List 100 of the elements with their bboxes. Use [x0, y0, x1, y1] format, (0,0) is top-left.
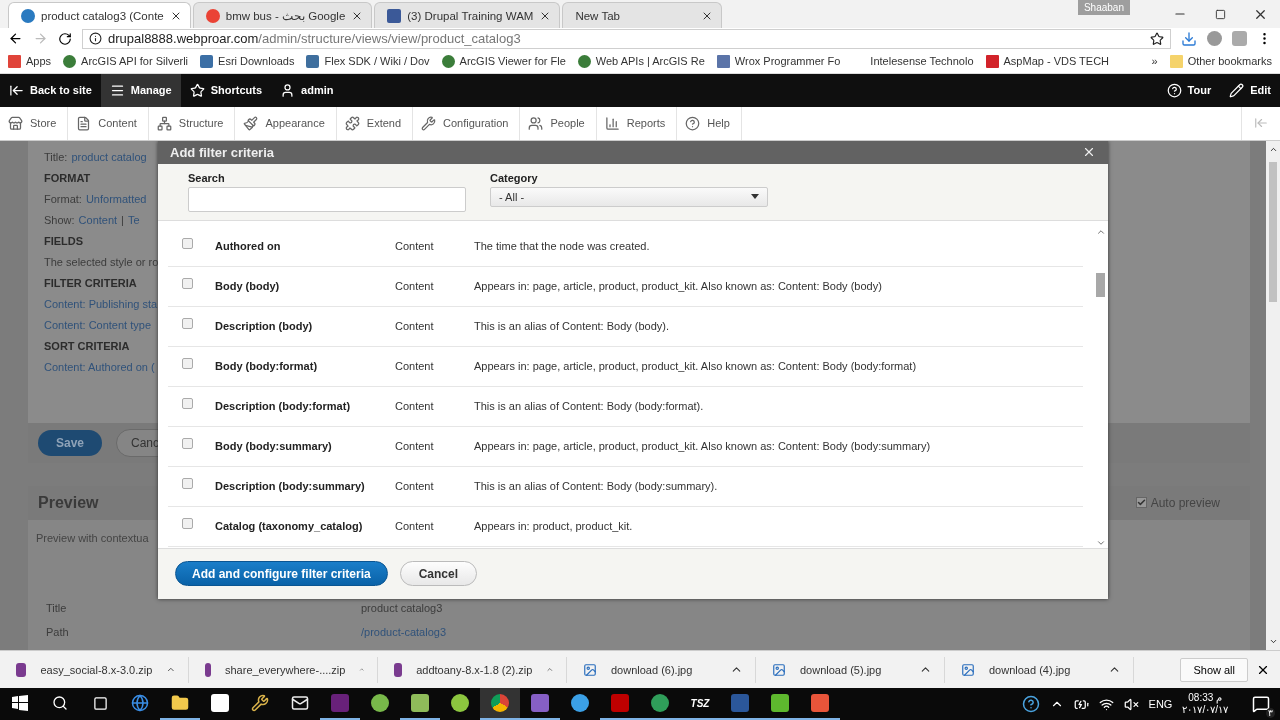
- browser-tab[interactable]: New Tab: [562, 2, 723, 28]
- admin-menu-item[interactable]: Appearance: [235, 106, 337, 140]
- filter-description: This is an alias of Content: Body (body:format).: [474, 400, 705, 413]
- add-filter-button[interactable]: Add and configure filter criteria: [175, 561, 388, 587]
- field-label: Title: [45, 601, 68, 614]
- toolbar-link[interactable]: Edit: [1220, 73, 1280, 107]
- notifications-icon[interactable]: [1252, 695, 1270, 713]
- download-icon[interactable]: [1181, 31, 1197, 47]
- back-icon[interactable]: [8, 31, 23, 47]
- section-heading: SORT CRITERIA: [44, 339, 131, 352]
- filter-description: Appears in: page, article, product, product_kit. Also known as: Content: Body (body:summary): [474, 440, 932, 453]
- bookmark[interactable]: AspMap - VDS TECH: [985, 54, 1110, 68]
- help-icon[interactable]: [1021, 695, 1040, 713]
- download-item[interactable]: share_everywhere-....zip: [189, 656, 378, 683]
- field-value: product catalog3: [361, 601, 443, 614]
- app-label: TSZ: [690, 697, 710, 709]
- download-item[interactable]: download (5).jpg: [756, 656, 945, 683]
- document-icon: [76, 115, 92, 131]
- download-item[interactable]: download (6).jpg: [567, 656, 756, 683]
- language-indicator[interactable]: ENG: [1148, 698, 1173, 710]
- row-checkbox[interactable]: [182, 477, 193, 489]
- cancel-button[interactable]: Cancel: [399, 561, 478, 587]
- section-heading: FORMAT: [44, 171, 92, 184]
- row-checkbox[interactable]: [182, 317, 193, 329]
- task-view-icon[interactable]: [92, 695, 108, 711]
- field-label: Search: [188, 171, 226, 184]
- admin-menu-item[interactable]: Extend: [336, 106, 414, 140]
- filter-category: Content: [395, 280, 435, 293]
- filter-name: Description (body): [215, 320, 314, 333]
- bookmark[interactable]: Flex SDK / Wiki / Dov: [306, 54, 430, 68]
- download-item[interactable]: download (4).jpg: [945, 656, 1134, 683]
- row-checkbox[interactable]: [182, 397, 193, 409]
- filter-category: Content: [395, 240, 435, 253]
- tools-icon: [251, 694, 269, 712]
- row-checkbox[interactable]: [182, 277, 193, 289]
- filter-category: Content: [395, 440, 435, 453]
- browser-tab[interactable]: bmw bus - بحث Google: [192, 2, 373, 28]
- bookmark-star-icon[interactable]: [1150, 32, 1164, 46]
- notification-count: ٣: [1266, 708, 1275, 718]
- filter-description: The time that the node was created.: [474, 240, 651, 253]
- bookmark[interactable]: Other bookmarks: [1169, 54, 1272, 68]
- restore-icon[interactable]: [1214, 8, 1226, 20]
- browser-tab[interactable]: product catalog3 (Conte: [8, 2, 191, 28]
- toolbar-tab[interactable]: Manage: [100, 73, 181, 107]
- download-item[interactable]: easy_social-8.x-3.0.zip: [0, 656, 189, 683]
- filter-description: This is an alias of Content: Body (body).: [474, 320, 671, 333]
- filter-name: Authored on: [215, 240, 282, 253]
- auto-preview-checkbox[interactable]: [1135, 497, 1147, 509]
- scrollbar-thumb[interactable]: [1096, 272, 1105, 297]
- dialog-title: Add filter criteria: [170, 144, 275, 160]
- bookmark[interactable]: Apps: [8, 54, 52, 68]
- clock[interactable]: 08:33 م ٢٠١٧/٠٧/١٧: [1182, 692, 1228, 716]
- volume-icon[interactable]: [1123, 696, 1139, 712]
- more-bookmarks[interactable]: »: [1151, 55, 1158, 68]
- bookmark[interactable]: Intelesense Technolo: [852, 54, 974, 68]
- filter-name: Body (body:summary): [215, 440, 333, 453]
- toolbar-tab[interactable]: Shortcuts: [180, 73, 272, 107]
- taskbar-app[interactable]: TSZ: [680, 688, 720, 720]
- reload-icon[interactable]: [58, 32, 72, 46]
- address-bar[interactable]: drupal8888.webproar.com/admin/structure/views/view/product_catalog3: [82, 29, 1171, 49]
- bookmark[interactable]: Wrox Programmer Fo: [716, 54, 841, 68]
- show-all-button[interactable]: Show all: [1180, 657, 1248, 682]
- windows-start-icon[interactable]: [12, 695, 28, 711]
- admin-menu-item[interactable]: Help: [677, 106, 742, 140]
- toolbar-tab[interactable]: Back to site: [0, 73, 101, 107]
- extension-icon[interactable]: [1207, 31, 1222, 47]
- browser-tab[interactable]: (3) Drupal Training WAM: [374, 2, 561, 28]
- row-checkbox[interactable]: [182, 357, 193, 369]
- filter-category: Content: [395, 480, 435, 493]
- toolbar-tab[interactable]: admin: [271, 73, 343, 107]
- admin-menu-item[interactable]: Store: [0, 106, 69, 140]
- bookmark[interactable]: ArcGIS API for Silverli: [63, 54, 189, 68]
- search-field[interactable]: [188, 186, 466, 212]
- taskbar-app[interactable]: [480, 688, 520, 720]
- admin-menu-item[interactable]: Structure: [148, 106, 236, 140]
- user-icon: [280, 82, 296, 98]
- category-select[interactable]: - All -: [490, 186, 768, 207]
- save-button[interactable]: Save: [38, 429, 103, 456]
- row-checkbox[interactable]: [182, 437, 193, 449]
- scrollbar-thumb[interactable]: [1269, 161, 1277, 302]
- section-heading: FILTER CRITERIA: [44, 276, 138, 289]
- bookmark[interactable]: Web APIs | ArcGIS Re: [577, 54, 705, 68]
- wifi-icon[interactable]: [1098, 696, 1114, 712]
- bookmark[interactable]: ArcGIS Viewer for Fle: [441, 54, 566, 68]
- admin-menu-item[interactable]: Content: [68, 106, 149, 140]
- image-file-icon: [961, 662, 975, 677]
- search-icon[interactable]: [52, 695, 68, 711]
- row-checkbox[interactable]: [182, 517, 193, 529]
- info-icon: [89, 32, 102, 46]
- page-scrollbar[interactable]: [1266, 140, 1280, 651]
- download-item[interactable]: addtoany-8.x-1.8 (2).zip: [378, 656, 567, 683]
- chart-icon: [604, 115, 620, 131]
- admin-menu-item[interactable]: People: [520, 106, 597, 140]
- admin-menu-item[interactable]: Configuration: [413, 106, 521, 140]
- brush-icon: [243, 115, 259, 131]
- filter-name: Body (body): [215, 280, 281, 293]
- admin-menu-item[interactable]: Reports: [596, 106, 678, 140]
- row-checkbox[interactable]: [182, 237, 193, 249]
- toolbar-link[interactable]: Tour: [1157, 73, 1221, 107]
- bookmark[interactable]: Esri Downloads: [200, 54, 295, 68]
